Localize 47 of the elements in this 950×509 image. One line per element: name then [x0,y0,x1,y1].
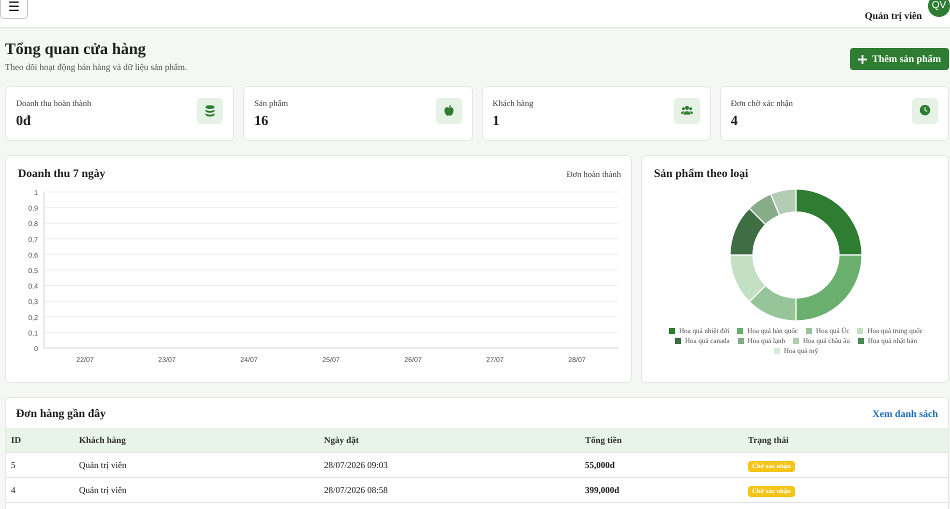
stat-label: Khách hàng [492,98,534,108]
stat-value: 0đ [16,114,32,130]
chart-title: Sản phẩm theo loại [654,168,750,180]
users-icon [680,104,693,117]
table-cell-text: 4 [11,485,16,495]
user-name: Quản trị viên [864,11,922,22]
legend-swatch [793,338,799,344]
table-cell-text: 399,000đ [585,485,620,495]
legend-swatch [774,348,780,354]
orders-title: Đơn hàng gần đây [16,408,106,420]
apple-icon [442,104,454,117]
legend-swatch [858,338,864,344]
add-product-button[interactable]: Thêm sản phẩm [850,48,949,70]
user-avatar[interactable]: QV [928,0,950,16]
legend-swatch [669,328,676,334]
view-list-link[interactable]: Xem danh sách [872,408,938,420]
table-cell-text: 55,000đ [585,460,616,470]
chart-note: Đơn hoàn thành [566,169,621,179]
column-header: Tổng tiền [585,435,623,445]
table-cell-text: 5 [11,460,16,470]
column-header: ID [11,435,22,445]
table-cell-text: 28/07/2026 08:58 [324,485,389,495]
legend-swatch [737,328,744,334]
stat-label: Doanh thu hoàn thành [16,98,92,108]
column-header: Khách hàng [79,435,127,445]
column-header: Ngày đặt [324,435,360,445]
legend-swatch [806,328,812,334]
legend-swatch [674,338,681,344]
legend-swatch [857,328,864,334]
legend-swatch [738,338,744,344]
plus-icon [858,54,868,64]
coins-icon [204,104,216,117]
table-cell-text: 28/07/2026 09:03 [324,460,389,470]
page-title: Tổng quan cửa hàng [5,41,147,59]
clock-icon [919,104,931,117]
table-cell-text: Quản trị viên [79,485,128,495]
column-header: Trạng thái [748,435,790,445]
stat-value: 4 [730,114,739,130]
chart-title: Doanh thu 7 ngày [18,168,106,180]
page-subtitle: Theo dõi hoạt động bán hàng và dữ liệu sản phẩm. [5,62,188,72]
stat-value: 16 [254,114,270,130]
stat-value: 1 [492,114,500,130]
table-cell-text: Quản trị viên [79,460,128,470]
stat-label: Sản phẩm [254,98,288,108]
donut-slice [729,254,766,302]
stat-label: Đơn chờ xác nhận [730,98,793,108]
menu-button[interactable]: ☰ [0,0,28,18]
